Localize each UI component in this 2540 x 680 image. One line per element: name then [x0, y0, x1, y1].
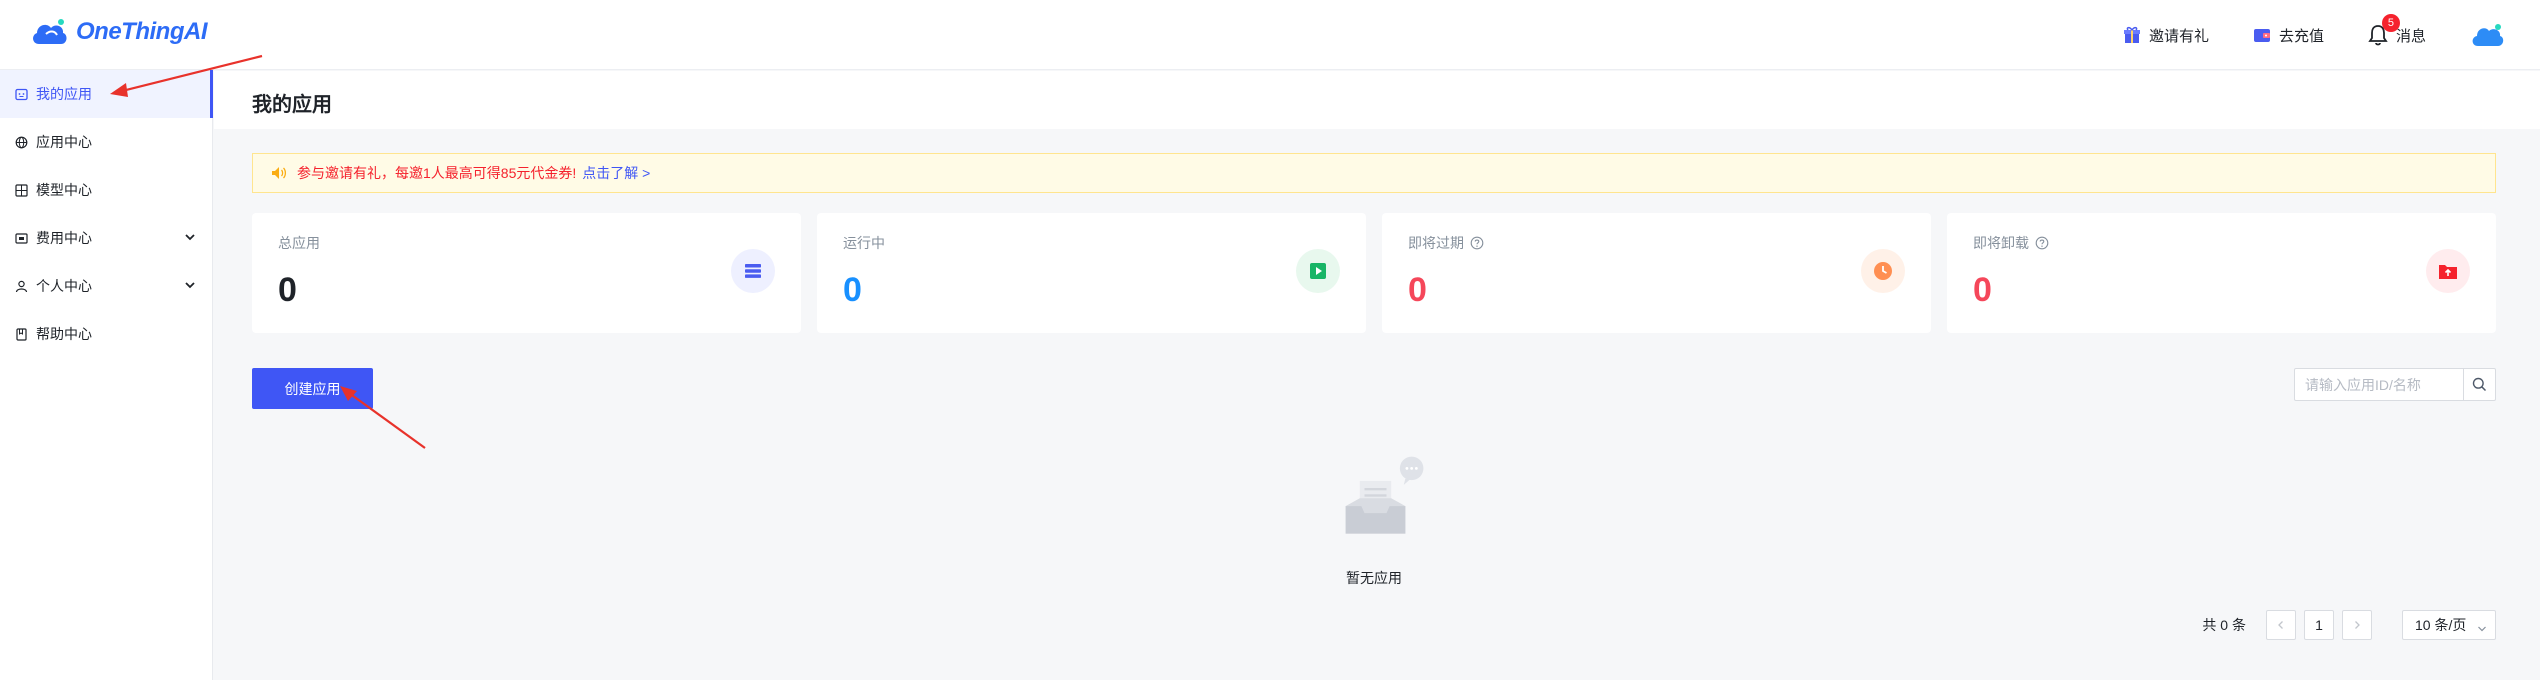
pagination: 共 0 条 1 10 条/页 [2202, 609, 2496, 641]
invite-label: 邀请有礼 [2148, 27, 2209, 45]
create-app-button[interactable]: 创建应用 [252, 368, 373, 409]
user-avatar[interactable] [2470, 21, 2504, 49]
chevron-down-icon [184, 278, 196, 294]
search-input[interactable] [2295, 369, 2463, 400]
model-grid-icon [14, 183, 28, 197]
user-icon [14, 279, 28, 293]
sidebar-item-label: 个人中心 [36, 278, 92, 294]
sidebar-item-label: 费用中心 [36, 230, 92, 246]
messages-button[interactable]: 5 消息 [2368, 14, 2426, 46]
search-icon [2472, 377, 2487, 392]
logo-cloud-icon [33, 19, 67, 44]
stats-row: 总应用 0 运行中 0 即将过期 0 即将卸载 0 [252, 213, 2496, 333]
list-icon [731, 249, 775, 293]
stat-value: 0 [1408, 271, 1427, 309]
prev-page-button[interactable] [2266, 610, 2296, 640]
logo-text: OneThingAI [76, 18, 207, 45]
recharge-label: 去充值 [2278, 27, 2324, 45]
page-size-value: 10 条/页 [2415, 617, 2467, 633]
chevron-left-icon [2278, 621, 2283, 629]
logo[interactable]: OneThingAI [30, 16, 207, 48]
sidebar-item-billing-center[interactable]: 费用中心 [0, 214, 212, 262]
speaker-icon [272, 167, 287, 179]
stat-card-total: 总应用 0 [252, 213, 801, 333]
help-icon[interactable] [1470, 236, 1484, 250]
empty-state-text: 暂无应用 [1346, 570, 1402, 586]
sidebar-item-model-center[interactable]: 模型中心 [0, 166, 212, 214]
help-icon[interactable] [2035, 236, 2049, 250]
gift-icon [2123, 26, 2140, 43]
clock-icon [1861, 249, 1905, 293]
sidebar-item-personal-center[interactable]: 个人中心 [0, 262, 212, 310]
sidebar-item-app-center[interactable]: 应用中心 [0, 118, 212, 166]
invite-button[interactable]: 邀请有礼 [2123, 25, 2209, 46]
page-title-bar: 我的应用 [214, 71, 2540, 129]
app-window-icon [14, 87, 28, 101]
sidebar-item-label: 帮助中心 [36, 326, 92, 342]
notice-text: 参与邀请有礼，每邀1人最高可得85元代金券! [297, 165, 577, 181]
chevron-down-icon [184, 230, 196, 246]
empty-box-icon [1345, 456, 1424, 534]
sidebar-item-my-apps[interactable]: 我的应用 [0, 70, 213, 118]
sidebar-item-label: 我的应用 [36, 86, 92, 102]
app-search [2294, 368, 2496, 401]
chevron-right-icon [2355, 621, 2360, 629]
page-size-select[interactable]: 10 条/页 [2402, 610, 2496, 640]
top-header: OneThingAI 邀请有礼 去充值 5 消息 [0, 0, 2540, 70]
notice-link[interactable]: 点击了解 > [582, 163, 650, 183]
stat-value: 0 [843, 271, 862, 309]
sidebar-item-label: 模型中心 [36, 182, 92, 198]
stat-card-uninstalling: 即将卸载 0 [1947, 213, 2496, 333]
chevron-down-icon [2477, 621, 2487, 637]
wallet-outline-icon [14, 231, 28, 245]
globe-icon [14, 135, 28, 149]
stat-label: 即将过期 [1408, 235, 1464, 251]
pagination-total: 共 0 条 [2202, 617, 2246, 633]
search-button[interactable] [2463, 369, 2495, 400]
upload-folder-icon [2426, 249, 2470, 293]
page-title: 我的应用 [252, 94, 332, 116]
stat-value: 0 [278, 271, 297, 309]
stat-label: 总应用 [278, 235, 320, 251]
stat-card-running: 运行中 0 [817, 213, 1366, 333]
play-icon [1296, 249, 1340, 293]
stat-value: 0 [1973, 271, 1992, 309]
book-icon [14, 327, 28, 341]
sidebar: 我的应用 应用中心 模型中心 费用中心 个人中心 帮助中心 [0, 70, 213, 680]
messages-label: 消息 [2395, 27, 2426, 45]
stat-card-expiring: 即将过期 0 [1382, 213, 1931, 333]
avatar-cloud-icon [2472, 24, 2504, 46]
stat-label: 即将卸载 [1973, 235, 2029, 251]
next-page-button[interactable] [2342, 610, 2372, 640]
messages-badge: 5 [2381, 14, 2400, 32]
sidebar-item-label: 应用中心 [36, 134, 92, 150]
sidebar-item-help-center[interactable]: 帮助中心 [0, 310, 212, 358]
stat-label: 运行中 [843, 235, 885, 251]
recharge-button[interactable]: 去充值 [2253, 25, 2324, 46]
invite-notice-banner: 参与邀请有礼，每邀1人最高可得85元代金券! 点击了解 > [252, 153, 2496, 193]
page-number-button[interactable]: 1 [2304, 610, 2334, 640]
wallet-icon [2253, 29, 2270, 42]
